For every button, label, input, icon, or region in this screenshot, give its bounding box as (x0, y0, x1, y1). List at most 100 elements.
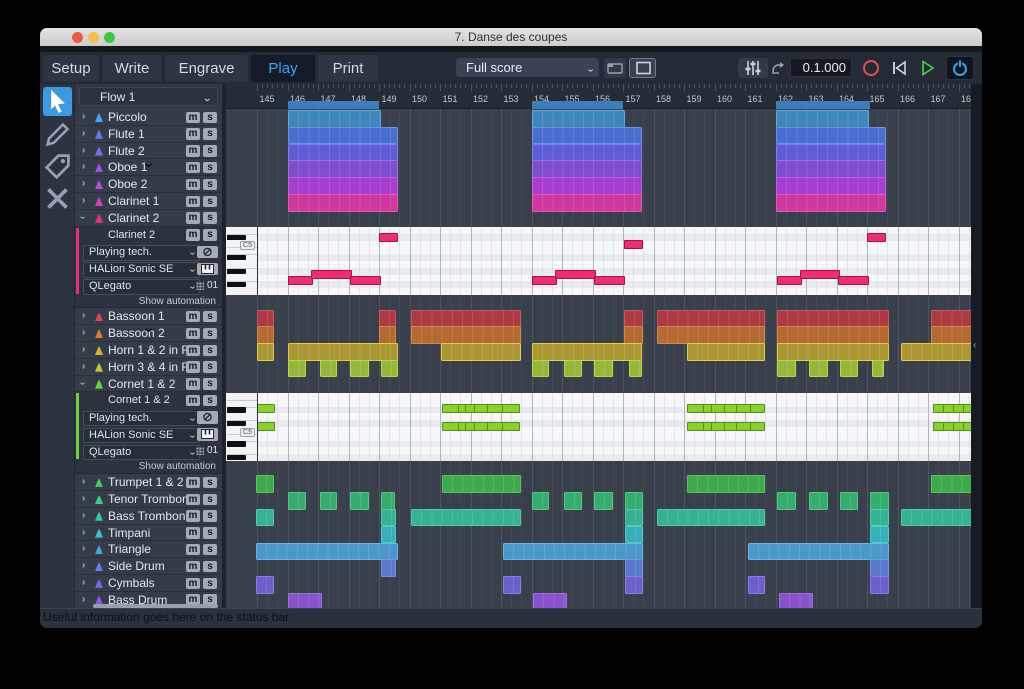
mute-button[interactable]: m (186, 544, 200, 556)
note-block-horn-1-2-in-f[interactable] (532, 343, 642, 361)
midi-note[interactable] (502, 422, 520, 431)
black-key[interactable] (227, 235, 246, 240)
note-block-cymbals[interactable] (748, 576, 765, 594)
note-block-bassoon-2[interactable] (624, 326, 643, 344)
chevron-right-icon[interactable]: › (82, 145, 85, 156)
note-block-tenor-trombone-1[interactable] (350, 492, 369, 510)
collapse-right-panel-chevron[interactable]: ‹ (973, 340, 976, 351)
channel-indicator[interactable]: 01 (196, 280, 221, 293)
tag-tool-button[interactable] (43, 152, 72, 181)
solo-button[interactable]: s (203, 212, 217, 224)
mute-button[interactable]: m (186, 578, 200, 590)
note-block-clarinet-1[interactable] (532, 194, 642, 212)
event-display-area[interactable]: 1451461471481491501511521531541551561571… (226, 84, 971, 608)
note-block-timpani[interactable] (381, 526, 397, 544)
playing-technique-dropdown[interactable]: Playing tech.› (83, 245, 200, 261)
track-panel-scrollbar[interactable] (93, 604, 218, 608)
solo-button[interactable]: s (203, 345, 217, 357)
note-block-bassoon-1[interactable] (257, 310, 274, 328)
note-block-horn-3-4-in-f[interactable] (840, 360, 859, 378)
note-block-horn-1-2-in-f[interactable] (257, 343, 274, 361)
note-block-horn-1-2-in-f[interactable] (441, 343, 522, 361)
note-block-tenor-trombone-1[interactable] (594, 492, 613, 510)
plugin-dropdown[interactable]: HALion Sonic SE› (83, 262, 200, 278)
note-block-side-drum[interactable] (870, 559, 889, 577)
plugin-dropdown[interactable]: HALion Sonic SE› (83, 428, 200, 444)
note-block-horn-3-4-in-f[interactable] (381, 360, 398, 378)
timeline-ruler[interactable]: 1451461471481491501511521531541551561571… (226, 84, 971, 109)
note-block-piccolo[interactable] (776, 110, 870, 128)
mute-button[interactable]: m (186, 477, 200, 489)
solo-button[interactable]: s (203, 229, 217, 241)
chevron-right-icon[interactable]: › (82, 128, 85, 139)
chevron-right-icon[interactable]: › (82, 510, 85, 521)
show-automation-row[interactable]: Show automation (75, 460, 222, 474)
solo-button[interactable]: s (203, 311, 217, 323)
note-block-bassoon-2[interactable] (931, 326, 971, 344)
black-key[interactable] (227, 441, 246, 446)
midi-note[interactable] (624, 240, 643, 249)
chevron-right-icon[interactable]: › (82, 327, 85, 338)
solo-button[interactable]: s (203, 328, 217, 340)
note-block-bassoon-2[interactable] (657, 326, 766, 344)
track-row-bassoon-1[interactable]: ›Bassoon 1ms (75, 308, 222, 325)
chevron-right-icon[interactable]: › (82, 594, 85, 605)
note-block-tenor-trombone-1[interactable] (320, 492, 337, 510)
solo-button[interactable]: s (203, 527, 217, 539)
track-row-tenor-trombone-1[interactable]: ›Tenor Trombone 1ms (75, 491, 222, 508)
midi-note[interactable] (800, 270, 840, 279)
midi-note[interactable] (838, 276, 869, 285)
note-block-side-drum[interactable] (625, 559, 644, 577)
chevron-down-icon[interactable]: › (77, 216, 88, 219)
note-block-bassoon-2[interactable] (411, 326, 521, 344)
note-block-bass-trombone-a[interactable] (625, 509, 644, 527)
note-block-cymbals[interactable] (503, 576, 522, 594)
note-block-flute-2[interactable] (532, 144, 642, 162)
note-block-flute-1[interactable] (776, 127, 886, 145)
note-block-bass-trombone-a[interactable] (256, 509, 274, 527)
record-button[interactable] (857, 57, 885, 79)
solo-button[interactable]: s (203, 179, 217, 191)
note-block-oboe-1[interactable] (288, 160, 398, 178)
chevron-right-icon[interactable]: › (82, 178, 85, 189)
mute-button[interactable]: m (186, 112, 200, 124)
midi-note[interactable] (256, 404, 275, 413)
loop-jump-icon[interactable] (770, 61, 786, 75)
sub-track-row[interactable]: ›Cornet 1 & 2ms (75, 392, 222, 409)
note-block-triangle[interactable] (256, 543, 398, 561)
note-block-flute-2[interactable] (776, 144, 886, 162)
piano-keyboard[interactable]: C5 (227, 393, 258, 461)
midi-note[interactable] (311, 270, 352, 279)
black-key[interactable] (227, 421, 246, 426)
note-block-piccolo[interactable] (288, 110, 382, 128)
note-block-bassoon-2[interactable] (777, 326, 889, 344)
black-key[interactable] (227, 455, 246, 460)
note-block-tenor-trombone-1[interactable] (870, 492, 889, 510)
mute-button[interactable]: m (186, 361, 200, 373)
note-block-bass-trombone-a[interactable] (411, 509, 521, 527)
note-block-flute-2[interactable] (288, 144, 398, 162)
video-window-button[interactable] (604, 58, 626, 78)
chevron-right-icon[interactable]: › (82, 493, 85, 504)
black-key[interactable] (227, 282, 246, 287)
midi-note[interactable] (256, 422, 275, 431)
note-block-triangle[interactable] (503, 543, 644, 561)
note-block-side-drum[interactable] (381, 559, 397, 577)
chevron-right-icon[interactable]: › (82, 344, 85, 355)
sub-track-row[interactable]: ›Clarinet 2ms (75, 227, 222, 244)
note-block-trumpet-1-2[interactable] (256, 475, 274, 493)
pencil-tool-button[interactable] (43, 120, 72, 149)
note-block-timpani[interactable] (870, 526, 889, 544)
midi-note[interactable] (963, 404, 971, 413)
note-block-cymbals[interactable] (256, 576, 274, 594)
note-block-bassoon-1[interactable] (931, 310, 971, 328)
solo-button[interactable]: s (203, 128, 217, 140)
note-block-bass-drum[interactable] (533, 593, 567, 608)
plugin-editor-button[interactable] (197, 263, 218, 276)
midi-note[interactable] (777, 276, 802, 285)
channel-indicator[interactable]: 01 (196, 445, 221, 458)
midi-note[interactable] (963, 422, 971, 431)
mute-button[interactable]: m (186, 510, 200, 522)
trim-tool-button[interactable] (43, 184, 72, 213)
chevron-right-icon[interactable]: › (82, 195, 85, 206)
